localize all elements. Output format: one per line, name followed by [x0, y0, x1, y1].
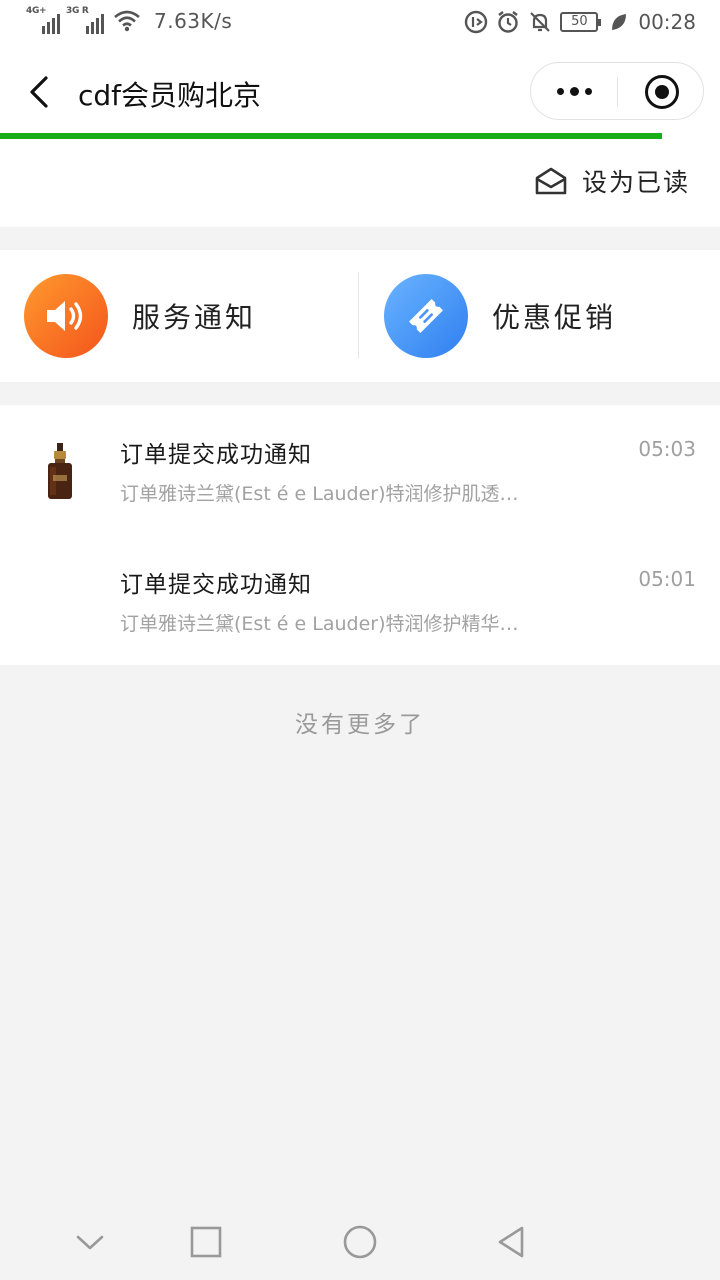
signal-tag: 3G R — [66, 6, 89, 16]
home-circle-icon[interactable] — [342, 1224, 378, 1260]
category-service-notice[interactable]: 服务通知 — [0, 250, 360, 382]
net-speed: 7.63K/s — [154, 9, 233, 33]
more-button[interactable] — [531, 63, 617, 119]
message-description: 订单雅诗兰黛(Est é e Lauder)特润修护精华… — [120, 613, 519, 635]
category-promotions[interactable]: 优惠促销 — [360, 250, 720, 382]
back-triangle-icon[interactable] — [494, 1224, 530, 1260]
mute-bell-icon — [530, 12, 551, 32]
list-item[interactable]: 订单提交成功通知 订单雅诗兰黛(Est é e Lauder)特润修护肌透… 0… — [0, 405, 720, 535]
mark-read-label: 设为已读 — [581, 168, 690, 197]
cellular-signal-icon: 3G R — [66, 6, 104, 34]
battery-icon: 50 — [560, 12, 602, 32]
leaf-icon — [612, 14, 627, 30]
category-divider — [358, 272, 359, 358]
data-saver-icon — [465, 10, 488, 34]
page-title: cdf会员购北京 — [78, 79, 262, 112]
capsule-divider — [617, 77, 618, 107]
message-title: 订单提交成功通知 — [120, 572, 312, 598]
message-title: 订单提交成功通知 — [120, 442, 312, 468]
mark-read-bar: 设为已读 — [0, 139, 720, 227]
signal-tag: 4G+ — [26, 6, 47, 16]
alarm-icon — [498, 11, 519, 33]
wifi-icon — [114, 10, 140, 32]
chevron-down-icon[interactable] — [72, 1224, 108, 1260]
speaker-icon — [24, 274, 108, 358]
mini-program-capsule — [530, 62, 704, 120]
status-bar: 4G+ 3G R 7.63K/s 50 00:28 — [0, 0, 720, 48]
back-button[interactable] — [22, 74, 58, 110]
close-mini-program-button[interactable] — [645, 75, 679, 109]
list-item[interactable]: 订单提交成功通知 订单雅诗兰黛(Est é e Lauder)特润修护精华… 0… — [0, 535, 720, 665]
serum-bottle-image — [48, 443, 72, 499]
no-more-text: 没有更多了 — [295, 712, 425, 738]
coupon-icon — [384, 274, 468, 358]
message-description: 订单雅诗兰黛(Est é e Lauder)特润修护肌透… — [120, 483, 519, 505]
chevron-left-icon — [30, 76, 48, 108]
envelope-open-icon — [535, 167, 567, 195]
screen: 4G+ 3G R 7.63K/s 50 00:28 cdf会员购北京 设为已读 … — [0, 0, 720, 1280]
category-row: 服务通知 优惠促销 — [0, 250, 720, 382]
message-time: 05:03 — [638, 437, 696, 461]
recents-square-icon[interactable] — [188, 1224, 224, 1260]
nav-bar: cdf会员购北京 — [0, 48, 720, 136]
mark-read-button[interactable]: 设为已读 — [534, 163, 690, 199]
clock: 00:28 — [638, 10, 696, 34]
system-nav-bar — [0, 1204, 720, 1280]
category-label: 服务通知 — [132, 301, 257, 334]
message-list: 订单提交成功通知 订单雅诗兰黛(Est é e Lauder)特润修护肌透… 0… — [0, 405, 720, 665]
message-time: 05:01 — [638, 567, 696, 591]
cellular-signal-icon: 4G+ — [26, 6, 60, 34]
category-label: 优惠促销 — [492, 301, 617, 334]
